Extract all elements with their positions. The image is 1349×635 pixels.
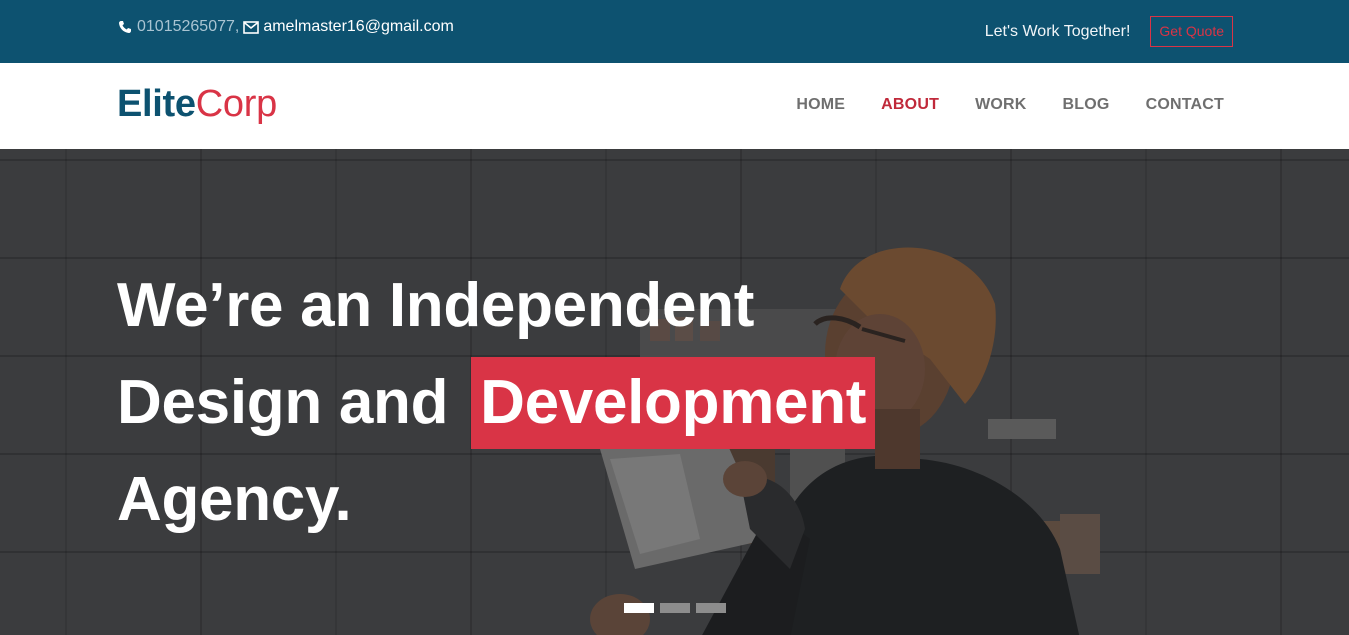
nav-work[interactable]: WORK: [975, 96, 1026, 114]
hero-headline: We’re an Independent Design and Developm…: [117, 257, 876, 548]
hero-headline-line3: Agency.: [117, 465, 352, 534]
nav-about[interactable]: ABOUT: [881, 96, 939, 114]
tagline: Let's Work Together!: [984, 22, 1131, 40]
slider-dot-2[interactable]: [660, 603, 690, 613]
brand-logo-part1: Elite: [117, 83, 196, 125]
brand-logo-part2: Corp: [195, 83, 277, 125]
primary-nav: HOME ABOUT WORK BLOG CONTACT: [796, 96, 1224, 114]
slider-pagination: [624, 603, 726, 613]
envelope-icon: [243, 19, 260, 35]
hero-headline-line2: Design and Development: [117, 354, 876, 451]
top-bar: 01015265077, amelmaster16@gmail.com Let'…: [0, 0, 1349, 63]
top-bar-actions: Let's Work Together! Get Quote: [985, 16, 1233, 47]
main-navbar: EliteCorp HOME ABOUT WORK BLOG CONTACT: [0, 63, 1349, 149]
hero-headline-line1: We’re an Independent: [117, 271, 755, 340]
nav-contact[interactable]: CONTACT: [1146, 96, 1224, 114]
get-quote-button[interactable]: Get Quote: [1150, 16, 1233, 47]
hero-headline-line2-prefix: Design and: [117, 368, 449, 437]
nav-blog[interactable]: BLOG: [1063, 96, 1110, 114]
contact-info: 01015265077, amelmaster16@gmail.com: [117, 18, 454, 36]
phone-number[interactable]: 01015265077,: [137, 18, 239, 36]
phone-icon: [117, 19, 133, 35]
hero-highlight-word: Development: [471, 357, 876, 449]
slider-dot-3[interactable]: [696, 603, 726, 613]
slider-dot-1[interactable]: [624, 603, 654, 613]
brand-logo[interactable]: EliteCorp: [117, 83, 277, 126]
email-address[interactable]: amelmaster16@gmail.com: [263, 18, 454, 36]
nav-home[interactable]: HOME: [796, 96, 845, 114]
hero-slider: We’re an Independent Design and Developm…: [0, 149, 1349, 635]
